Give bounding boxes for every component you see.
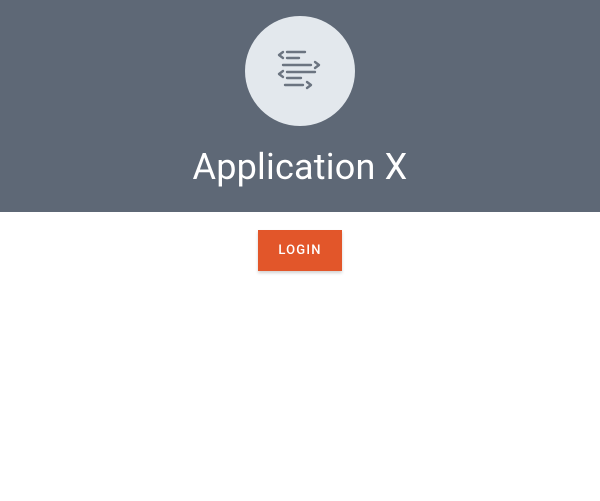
app-logo [245, 16, 355, 126]
code-flow-icon [271, 40, 329, 102]
login-button[interactable]: LOGIN [258, 230, 341, 271]
hero-banner: Application X [0, 0, 600, 212]
content-area: LOGIN [0, 212, 600, 271]
app-title: Application X [193, 146, 408, 188]
